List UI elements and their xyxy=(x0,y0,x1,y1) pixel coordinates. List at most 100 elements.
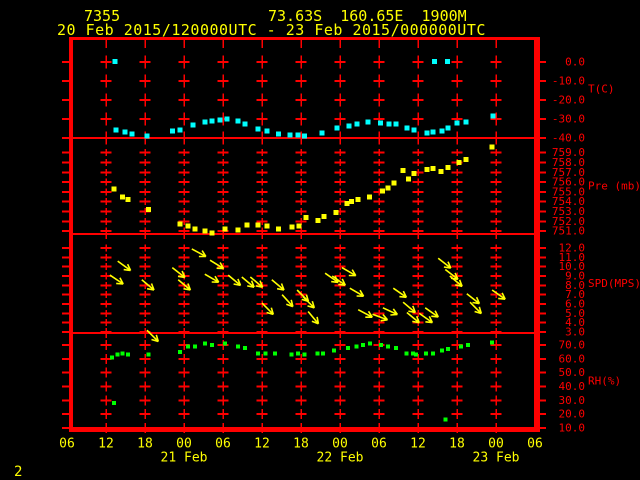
y-tick-label: 0.0 xyxy=(565,56,585,69)
temperature-point xyxy=(129,131,135,137)
left-border-tick xyxy=(62,399,70,402)
gridline-tick xyxy=(373,99,385,102)
wind-arrow xyxy=(191,248,207,258)
gridline-tick xyxy=(178,303,190,306)
gridline-tick xyxy=(412,61,424,64)
wind-arrow xyxy=(227,274,242,287)
left-border-tick xyxy=(62,118,70,121)
gridline-tick xyxy=(451,321,463,324)
pressure-point xyxy=(355,197,361,203)
gridline-tick xyxy=(451,256,463,259)
gridline-tick xyxy=(256,200,268,203)
temperature-point xyxy=(424,130,430,136)
gridline-tick xyxy=(100,181,112,184)
gridline-tick xyxy=(139,321,151,324)
left-border-tick xyxy=(62,371,70,374)
pressure-point xyxy=(264,223,270,229)
x-tick-label: 18 xyxy=(449,437,465,452)
x-tick-label: 00 xyxy=(488,437,504,452)
relative_humidity-point xyxy=(393,345,398,350)
page-number: 2 xyxy=(14,464,23,480)
gridline-tick xyxy=(490,265,502,268)
gridline-tick xyxy=(217,247,229,250)
left-border-tick xyxy=(62,427,70,430)
relative_humidity-point xyxy=(367,341,372,346)
left-border-tick xyxy=(62,161,70,164)
wind-arrow xyxy=(382,307,399,316)
gridline-tick xyxy=(334,161,346,164)
gridline-tick xyxy=(412,399,424,402)
gridline-tick xyxy=(373,118,385,121)
temperature-point xyxy=(217,117,223,123)
relative_humidity-point xyxy=(440,348,445,353)
temperature-point xyxy=(445,125,451,131)
gridline-tick xyxy=(412,118,424,121)
x-day-label: 21 Feb xyxy=(161,451,208,466)
gridline-tick xyxy=(451,312,463,315)
gridline-tick xyxy=(178,181,190,184)
relative_humidity-point xyxy=(243,345,248,350)
gridline-tick xyxy=(451,80,463,83)
gridline-tick xyxy=(373,399,385,402)
wind-arrow xyxy=(466,293,481,305)
pressure-point xyxy=(321,213,327,219)
relative_humidity-point xyxy=(414,352,419,357)
gridline-tick xyxy=(334,265,346,268)
panel-boundary-line xyxy=(69,332,540,334)
pressure-point xyxy=(445,164,451,170)
relative_humidity-point xyxy=(109,355,114,360)
gridline-tick xyxy=(295,80,307,83)
y-tick-label: 20.0 xyxy=(559,408,586,421)
wind-arrow xyxy=(171,266,186,279)
pressure-point xyxy=(463,157,469,163)
gridline-tick xyxy=(256,181,268,184)
gridline-tick xyxy=(295,321,307,324)
gridline-tick xyxy=(256,210,268,213)
gridline-tick xyxy=(373,200,385,203)
wind-arrow xyxy=(281,294,294,308)
gridline-tick xyxy=(178,312,190,315)
gridline-tick xyxy=(256,190,268,193)
wind-arrow xyxy=(146,329,160,343)
gridline-tick xyxy=(256,371,268,374)
left-border-tick xyxy=(62,256,70,259)
left-border-tick xyxy=(62,385,70,388)
gridline-tick xyxy=(256,161,268,164)
gridline-tick xyxy=(139,220,151,223)
gridline-tick xyxy=(178,190,190,193)
temperature-point xyxy=(242,121,248,127)
gridline-tick xyxy=(490,61,502,64)
relative_humidity-point xyxy=(111,401,116,406)
relative_humidity-point xyxy=(423,351,428,356)
gridline-tick xyxy=(139,161,151,164)
gridline-tick xyxy=(490,200,502,203)
x-tick-label: 18 xyxy=(293,437,309,452)
gridline-tick xyxy=(451,293,463,296)
gridline-tick xyxy=(412,293,424,296)
gridline-tick xyxy=(178,99,190,102)
gridline-tick xyxy=(178,200,190,203)
gridline-tick xyxy=(373,321,385,324)
gridline-tick xyxy=(451,118,463,121)
relative_humidity-point xyxy=(430,351,435,356)
gridline-tick xyxy=(412,247,424,250)
gridline-tick xyxy=(178,399,190,402)
gridline-tick xyxy=(100,190,112,193)
temperature-point xyxy=(334,125,340,131)
relative_humidity-point xyxy=(263,351,268,356)
gridline-tick xyxy=(217,151,229,154)
pressure-point xyxy=(366,194,372,200)
gridline-tick xyxy=(412,181,424,184)
relative_humidity-point xyxy=(354,344,359,349)
pressure-point xyxy=(303,214,309,220)
gridline-tick xyxy=(373,293,385,296)
y-tick-label: -20.0 xyxy=(552,94,585,107)
x-tick-label: 12 xyxy=(254,437,270,452)
gridline-tick xyxy=(217,385,229,388)
relative_humidity-point xyxy=(222,341,227,346)
gridline-tick xyxy=(178,357,190,360)
gridline-tick xyxy=(178,151,190,154)
gridline-tick xyxy=(100,247,112,250)
gridline-tick xyxy=(451,181,463,184)
plot-border-top xyxy=(69,37,540,40)
